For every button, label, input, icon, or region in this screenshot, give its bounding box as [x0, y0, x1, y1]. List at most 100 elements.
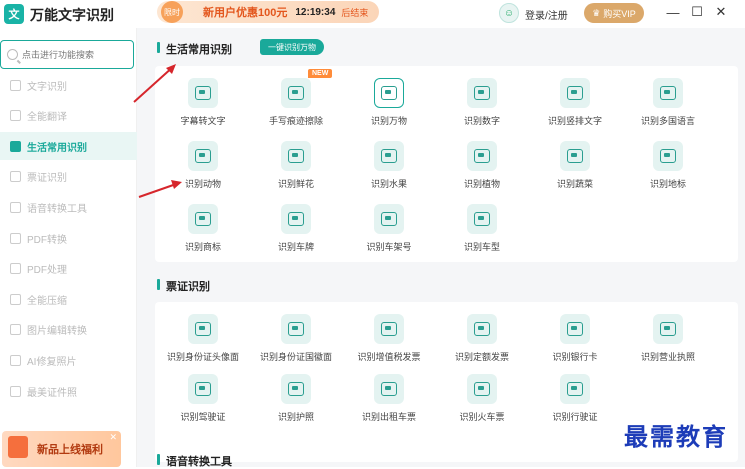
tool-item[interactable]: 识别护照 [250, 364, 342, 428]
buy-vip-button[interactable]: ♛ 购买VIP [584, 3, 644, 23]
tool-item[interactable]: 识别身份证头像面 [157, 304, 249, 368]
tool-item[interactable]: 识别银行卡 [529, 304, 621, 368]
promo-text: 新用户优惠100元 [203, 7, 288, 19]
taxi-ticket-icon [374, 374, 404, 404]
tool-item[interactable]: 识别蔬菜 [529, 131, 621, 195]
tool-item[interactable]: 识别水果 [343, 131, 435, 195]
sidebar-item-label: 文字识别 [27, 81, 67, 93]
sidebar-item-icon [10, 293, 21, 305]
tool-glyph [474, 149, 490, 163]
tool-item[interactable]: 识别营业执照 [622, 304, 714, 368]
sidebar-item[interactable]: 票证识别 [0, 163, 137, 191]
tool-glyph [288, 149, 304, 163]
promo-countdown: 12:19:34 [295, 6, 336, 18]
tool-item[interactable]: 识别多国语言 [622, 68, 714, 132]
tool-item[interactable]: 识别火车票 [436, 364, 528, 428]
promo-banner[interactable]: 限时 新用户优惠100元 12:19:34 后结束 [157, 1, 379, 23]
number-icon [467, 78, 497, 108]
tool-label: 识别护照 [277, 412, 314, 422]
car-plate-icon [281, 204, 311, 234]
tool-item[interactable]: NEW 手写痕迹擦除 [250, 68, 342, 132]
flower-icon [281, 141, 311, 171]
tool-label: 识别定额发票 [454, 352, 509, 362]
bank-card-icon [560, 314, 590, 344]
tool-glyph [567, 86, 583, 100]
tool-glyph [195, 86, 211, 100]
sidebar-item[interactable]: PDF转换 [0, 224, 137, 252]
tool-glyph [195, 322, 211, 336]
sidebar-item-icon [10, 140, 21, 152]
search-input[interactable] [22, 49, 122, 60]
sidebar-item[interactable]: AI修复照片 [0, 346, 137, 374]
sidebar-item[interactable]: 文字识别 [0, 71, 137, 99]
annotation-arrow [133, 64, 176, 103]
tool-item[interactable]: 识别身份证国徽面 [250, 304, 342, 368]
sidebar-item[interactable]: 图片编辑转换 [0, 316, 137, 344]
tool-glyph [474, 212, 490, 226]
function-search[interactable] [0, 40, 134, 69]
new-badge: NEW [308, 69, 333, 78]
tool-item[interactable]: 识别车架号 [343, 194, 435, 258]
tool-glyph [567, 382, 583, 396]
sidebar-item-icon [10, 171, 21, 183]
tool-item[interactable]: 识别数字 [436, 68, 528, 132]
tool-item[interactable]: 识别驾驶证 [157, 364, 249, 428]
tool-item[interactable]: 识别地标 [622, 131, 714, 195]
tool-glyph [381, 382, 397, 396]
tool-glyph [660, 322, 676, 336]
tool-item[interactable]: 识别车牌 [250, 194, 342, 258]
vehicle-license-icon [560, 374, 590, 404]
sidebar-item[interactable]: PDF处理 [0, 255, 137, 283]
tool-item[interactable]: 识别增值税发票 [343, 304, 435, 368]
minimize-button[interactable]: — [664, 3, 682, 21]
animal-icon [188, 141, 218, 171]
tool-label: 识别营业执照 [640, 352, 695, 362]
close-button[interactable]: ✕ [712, 3, 730, 21]
watermark-text: 最需教育 [624, 422, 728, 451]
sidebar-item-label: 全能翻译 [27, 112, 67, 124]
tool-glyph [567, 322, 583, 336]
tool-item[interactable]: 识别出租车票 [343, 364, 435, 428]
driver-license-icon [188, 374, 218, 404]
tool-item[interactable]: 识别万物 [343, 68, 435, 132]
ad-close-icon[interactable]: ✕ [109, 432, 117, 443]
gift-icon: 限时 [161, 1, 183, 23]
maximize-button[interactable]: ☐ [688, 3, 706, 21]
tool-label: 字幕转文字 [180, 116, 226, 126]
section-title-ticket: 票证识别 [157, 278, 210, 294]
tool-label: 识别植物 [463, 179, 500, 189]
subtitle-icon [188, 78, 218, 108]
sidebar-item[interactable]: 语音转换工具 [0, 193, 137, 221]
sidebar: 文字识别全能翻译生活常用识别票证识别语音转换工具 PDF转换 PDF处理全能压缩图片… [0, 28, 137, 467]
tool-label: 识别车架号 [366, 242, 412, 252]
promo-ad-card[interactable]: 新品上线福利 ✕ [2, 431, 121, 467]
promo-suffix: 后结束 [341, 7, 369, 18]
tool-label: 识别驾驶证 [180, 412, 226, 422]
sidebar-item[interactable]: 最美证件照 [0, 377, 137, 405]
vat-invoice-icon [374, 314, 404, 344]
sidebar-item-label: 图片编辑转换 [27, 326, 87, 338]
tool-label: 手写痕迹擦除 [268, 116, 323, 126]
sidebar-item[interactable]: 生活常用识别 [0, 132, 137, 161]
sidebar-item[interactable]: 全能翻译 [0, 102, 137, 130]
tool-label: 识别出租车票 [361, 412, 416, 422]
language-icon [653, 78, 683, 108]
vin-icon [374, 204, 404, 234]
tool-item[interactable]: 识别植物 [436, 131, 528, 195]
tool-label: 识别竖排文字 [547, 116, 602, 126]
sidebar-item[interactable]: 全能压缩 [0, 285, 137, 313]
tool-label: 识别地标 [649, 179, 686, 189]
tool-item[interactable]: 识别行驶证 [529, 364, 621, 428]
recognize-everything-pill[interactable]: 一键识别万物 [260, 39, 324, 55]
user-avatar-icon[interactable]: ☺ [499, 3, 519, 23]
sidebar-item-icon [10, 79, 21, 91]
tool-label: 识别万物 [370, 116, 407, 126]
tool-item[interactable]: 识别鲜花 [250, 131, 342, 195]
tool-item[interactable]: 识别车型 [436, 194, 528, 258]
tool-glyph [474, 322, 490, 336]
tool-item[interactable]: 识别竖排文字 [529, 68, 621, 132]
main-content: 生活常用识别 一键识别万物 字幕转文字 NEW 手写痕迹擦除 识别万物 识别数字 识别竖排… [137, 28, 745, 468]
login-register-link[interactable]: 登录/注册 [525, 7, 568, 22]
tool-glyph [567, 149, 583, 163]
tool-item[interactable]: 识别定额发票 [436, 304, 528, 368]
